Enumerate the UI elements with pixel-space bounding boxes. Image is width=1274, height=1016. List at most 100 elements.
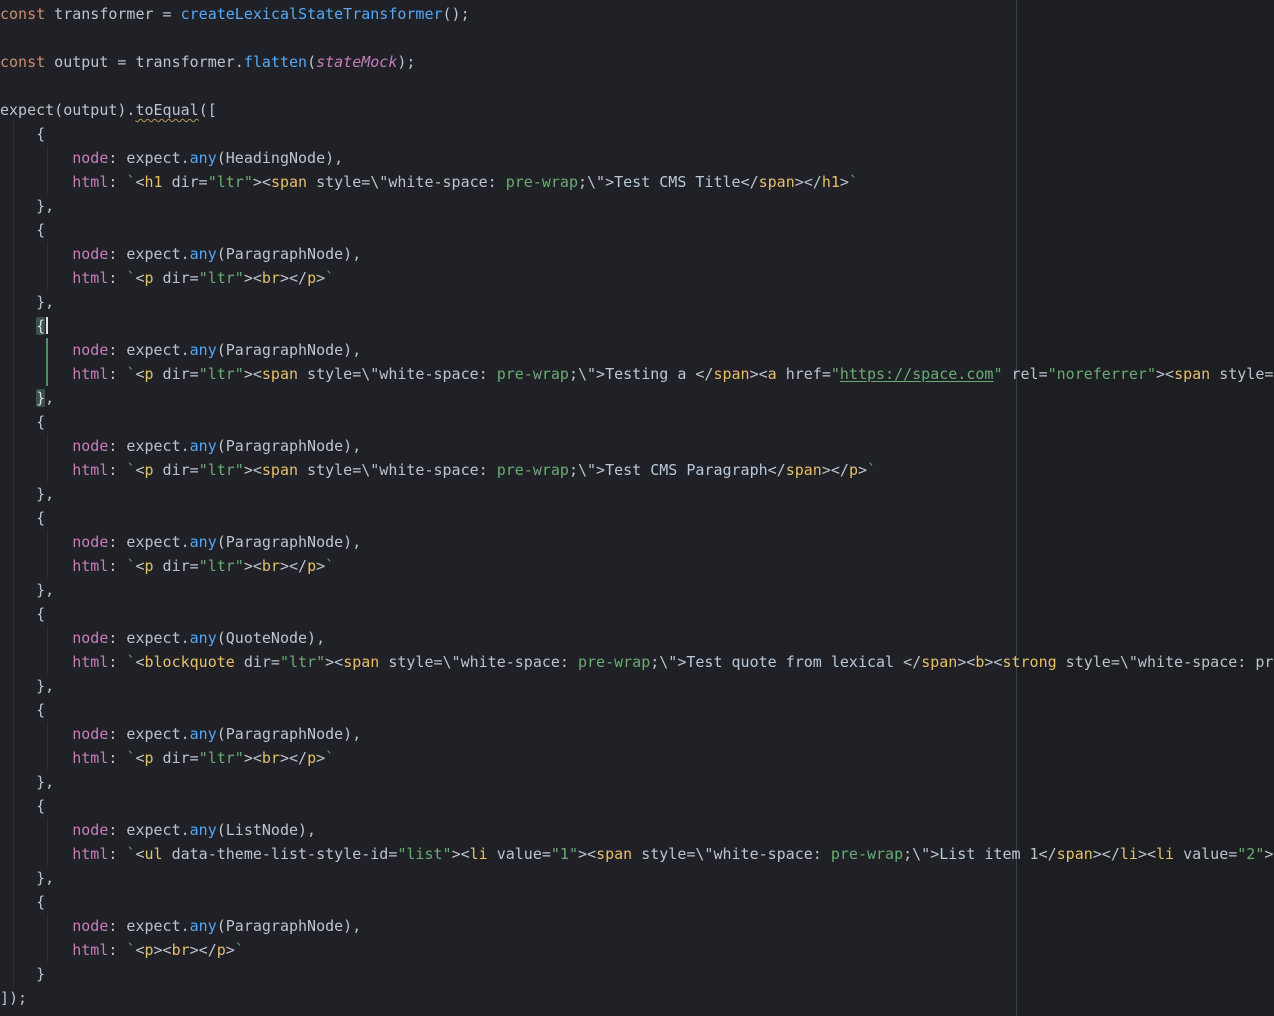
code-token: ` <box>325 557 334 575</box>
code-token: ul <box>145 845 163 863</box>
code-token: : expect. <box>108 917 189 935</box>
code-line[interactable]: const output = transformer.flatten(state… <box>0 50 1274 74</box>
code-line[interactable]: node: expect.any(ParagraphNode), <box>0 434 1274 458</box>
code-token: dir= <box>154 461 199 479</box>
indent-guide <box>13 602 14 626</box>
code-line[interactable] <box>0 26 1274 50</box>
code-line[interactable]: html: `<p><br></p>` <box>0 938 1274 962</box>
code-token: ;\"> <box>569 461 605 479</box>
code-token: span <box>262 365 298 383</box>
code-line[interactable]: node: expect.any(ParagraphNode), <box>0 242 1274 266</box>
url-link[interactable]: https://space.com <box>840 365 994 383</box>
code-token: style=\"white-space: <box>632 845 831 863</box>
code-line[interactable]: { <box>0 602 1274 626</box>
code-token <box>0 845 72 863</box>
code-token: ( <box>307 53 316 71</box>
code-token: } <box>0 965 45 983</box>
code-token: : expect. <box>108 245 189 263</box>
indent-guide <box>13 890 14 914</box>
code-line[interactable]: { <box>0 122 1274 146</box>
code-line[interactable]: { <box>0 890 1274 914</box>
code-token: style=\"white-space: <box>307 173 506 191</box>
code-line[interactable]: html: `<p dir="ltr"><span style=\"white-… <box>0 458 1274 482</box>
code-line[interactable]: node: expect.any(ParagraphNode), <box>0 722 1274 746</box>
code-token: >< <box>1156 365 1174 383</box>
code-token: : <box>108 941 126 959</box>
code-token <box>0 821 72 839</box>
code-token: </ <box>903 653 921 671</box>
code-token: : <box>108 557 126 575</box>
indent-guide <box>13 722 14 746</box>
code-token: </ <box>695 365 713 383</box>
code-token: "ltr" <box>208 173 253 191</box>
code-line[interactable]: node: expect.any(ParagraphNode), <box>0 914 1274 938</box>
code-line[interactable]: ]); <box>0 986 1274 1010</box>
code-token: List item 1 <box>939 845 1038 863</box>
code-line[interactable]: expect(output).toEqual([ <box>0 98 1274 122</box>
indent-guide <box>13 842 14 866</box>
code-line[interactable]: }, <box>0 674 1274 698</box>
code-line[interactable]: html: `<p dir="ltr"><br></p>` <box>0 266 1274 290</box>
code-token: li <box>1156 845 1174 863</box>
code-token: ` <box>849 173 858 191</box>
code-token <box>0 461 72 479</box>
code-line[interactable]: { <box>0 698 1274 722</box>
indent-guide <box>47 842 48 866</box>
code-line[interactable]: node: expect.any(ListNode), <box>0 818 1274 842</box>
code-line[interactable]: node: expect.any(QuoteNode), <box>0 626 1274 650</box>
code-line[interactable]: } <box>0 962 1274 986</box>
code-line[interactable]: { <box>0 794 1274 818</box>
code-token: >< <box>1138 845 1156 863</box>
code-line[interactable]: const transformer = createLexicalStateTr… <box>0 2 1274 26</box>
code-line[interactable]: }, <box>0 194 1274 218</box>
code-line[interactable]: node: expect.any(HeadingNode), <box>0 146 1274 170</box>
code-token: >< <box>244 749 262 767</box>
code-token: ></ <box>280 749 307 767</box>
code-line[interactable]: }, <box>0 578 1274 602</box>
indent-guide <box>13 770 14 794</box>
code-token: const <box>0 53 45 71</box>
code-token: < <box>135 173 144 191</box>
code-token: style=\"white-space: <box>379 653 578 671</box>
code-line[interactable]: }, <box>0 290 1274 314</box>
code-line[interactable]: { <box>0 506 1274 530</box>
code-line[interactable]: }, <box>0 770 1274 794</box>
indent-guide <box>13 650 14 674</box>
indent-guide <box>13 554 14 578</box>
code-token: p <box>307 269 316 287</box>
code-token: < <box>135 845 144 863</box>
code-line[interactable]: { <box>0 218 1274 242</box>
indent-guide <box>13 530 14 554</box>
code-token: "1" <box>551 845 578 863</box>
code-token: </ <box>741 173 759 191</box>
code-line[interactable]: node: expect.any(ParagraphNode), <box>0 338 1274 362</box>
code-line[interactable]: }, <box>0 866 1274 890</box>
code-line[interactable]: html: `<h1 dir="ltr"><span style=\"white… <box>0 170 1274 194</box>
code-token: "ltr" <box>199 461 244 479</box>
indent-guide <box>13 698 14 722</box>
code-editor[interactable]: const transformer = createLexicalStateTr… <box>0 0 1274 1016</box>
indent-guide <box>13 242 14 266</box>
code-line[interactable]: }, <box>0 386 1274 410</box>
code-token: ` <box>867 461 876 479</box>
code-token: >< <box>957 653 975 671</box>
code-token: >< <box>154 941 172 959</box>
code-line[interactable]: }, <box>0 482 1274 506</box>
code-line[interactable] <box>0 74 1274 98</box>
code-token: span <box>786 461 822 479</box>
code-token: span <box>262 461 298 479</box>
indent-guide <box>13 818 14 842</box>
indent-guide <box>13 482 14 506</box>
code-line[interactable]: html: `<p dir="ltr"><span style=\"white-… <box>0 362 1274 386</box>
code-line[interactable]: html: `<ul data-theme-list-style-id="lis… <box>0 842 1274 866</box>
code-token: h1 <box>145 173 163 191</box>
code-line[interactable]: { <box>0 314 1274 338</box>
code-token: }, <box>0 869 54 887</box>
code-line[interactable]: html: `<blockquote dir="ltr"><span style… <box>0 650 1274 674</box>
code-line[interactable]: { <box>0 410 1274 434</box>
code-token: span <box>343 653 379 671</box>
code-line[interactable]: node: expect.any(ParagraphNode), <box>0 530 1274 554</box>
indent-guide <box>47 242 48 266</box>
code-line[interactable]: html: `<p dir="ltr"><br></p>` <box>0 746 1274 770</box>
code-line[interactable]: html: `<p dir="ltr"><br></p>` <box>0 554 1274 578</box>
